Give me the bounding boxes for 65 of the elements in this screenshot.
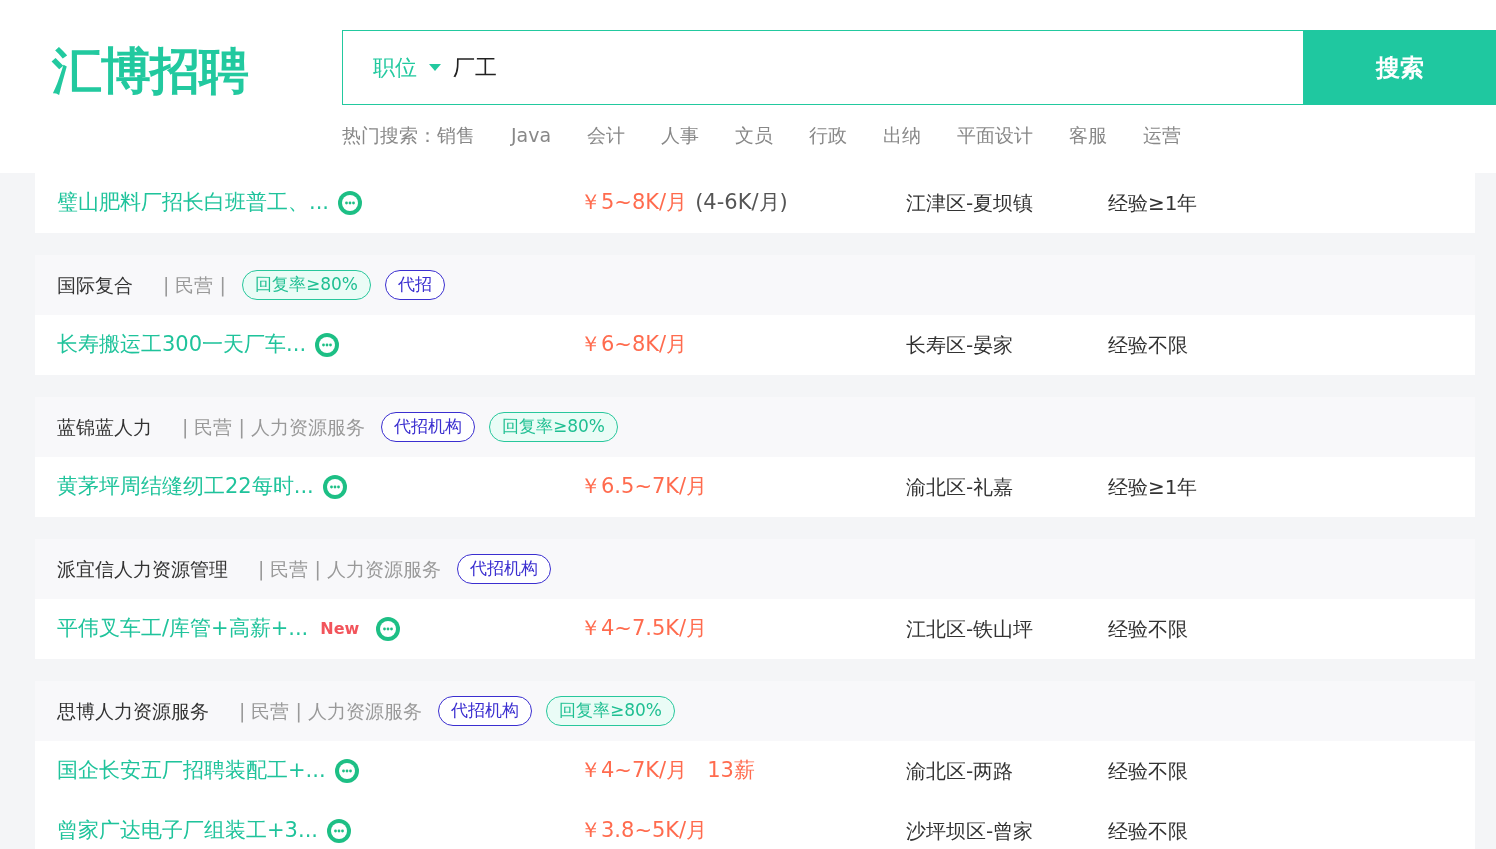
job-title-link[interactable]: 平伟叉车工/库管+高薪+... [57, 613, 309, 645]
search-value: 厂工 [453, 54, 497, 82]
location-text: 沙坪坝区-曾家 [906, 818, 1035, 845]
search-field[interactable]: 职位 厂工 [342, 30, 1304, 105]
chat-bubble-icon[interactable] [337, 190, 364, 216]
company-tag: 回复率≥80% [241, 270, 371, 300]
new-label: New [320, 618, 360, 640]
hot-search-link[interactable]: 销售 [437, 120, 475, 150]
logo[interactable]: 汇博招聘 [52, 46, 248, 96]
salary-text: ￥4~7.5K/月 [580, 615, 708, 643]
hot-search-link[interactable]: 会计 [587, 120, 626, 150]
job-title-link[interactable]: 曾家广达电子厂组装工+3... [57, 815, 318, 847]
company-name[interactable]: 蓝锦蓝人力 [57, 412, 152, 442]
chat-bubble-icon[interactable] [333, 758, 360, 784]
location-text: 长寿区-晏家 [906, 332, 1015, 359]
company-tag: 代招机构 [437, 696, 532, 726]
hot-search-link[interactable]: 运营 [1143, 120, 1182, 150]
search-button[interactable]: 搜索 [1304, 30, 1496, 105]
salary-text: ￥3.8~5K/月 [580, 817, 708, 845]
location-text: 渝北区-两路 [906, 758, 1015, 785]
chat-bubble-icon[interactable] [375, 616, 402, 642]
category-dropdown[interactable]: 职位 [373, 51, 441, 84]
chat-bubble-icon[interactable] [326, 818, 352, 844]
experience-text: 经验不限 [1108, 616, 1188, 643]
salary-text: ￥6~8K/月 [580, 331, 688, 359]
hot-search-label: 热门搜索： [342, 122, 437, 148]
hot-search-link[interactable]: 文员 [735, 120, 774, 150]
hot-search-link[interactable]: Java [511, 120, 552, 150]
location-text: 江津区-夏坝镇 [906, 190, 1035, 217]
salary-text: ￥5~8K/月 [580, 189, 688, 217]
experience-text: 经验≥1年 [1108, 474, 1198, 501]
job-title-link[interactable]: 璧山肥料厂招长白班普工、... [57, 187, 330, 219]
company-info: | 民营 | 人力资源服务 [239, 698, 422, 725]
salary-note: (4-6K/月) [695, 189, 788, 217]
company-info: | 民营 | 人力资源服务 [258, 556, 441, 583]
company-name[interactable]: 思博人力资源服务 [57, 696, 209, 726]
experience-text: 经验≥1年 [1108, 190, 1198, 217]
company-name[interactable]: 国际复合 [57, 270, 133, 300]
caret-icon [429, 64, 441, 71]
company-tag: 回复率≥80% [488, 412, 618, 442]
job-title-link[interactable]: 黄茅坪周结缝纫工22每时... [57, 471, 314, 503]
experience-text: 经验不限 [1108, 758, 1188, 785]
hot-search-link[interactable]: 人事 [661, 120, 700, 150]
experience-text: 经验不限 [1108, 332, 1188, 359]
salary-bonus: 13薪 [707, 757, 755, 785]
chat-bubble-icon[interactable] [314, 332, 341, 358]
company-info: | 民营 | 人力资源服务 [182, 414, 365, 441]
hot-search-link[interactable]: 出纳 [883, 120, 922, 150]
company-tag: 代招机构 [380, 412, 475, 442]
experience-text: 经验不限 [1108, 818, 1188, 845]
company-name[interactable]: 派宜信人力资源管理 [57, 554, 228, 584]
company-tag: 代招 [384, 270, 445, 300]
location-text: 渝北区-礼嘉 [906, 474, 1015, 501]
hot-search-link[interactable]: 平面设计 [957, 120, 1034, 150]
company-tag: 回复率≥80% [545, 696, 675, 726]
job-title-link[interactable]: 国企长安五厂招聘装配工+... [57, 755, 326, 787]
location-text: 江北区-铁山坪 [906, 616, 1035, 643]
company-tag: 代招机构 [456, 554, 551, 584]
hot-search-link[interactable]: 行政 [809, 120, 848, 150]
hot-search-link[interactable]: 客服 [1069, 120, 1108, 150]
company-info: | 民营 | [163, 272, 226, 299]
salary-text: ￥6.5~7K/月 [580, 473, 708, 501]
chat-bubble-icon[interactable] [321, 474, 348, 500]
salary-text: ￥4~7K/月 [580, 757, 688, 785]
job-title-link[interactable]: 长寿搬运工300一天厂车... [57, 329, 307, 361]
